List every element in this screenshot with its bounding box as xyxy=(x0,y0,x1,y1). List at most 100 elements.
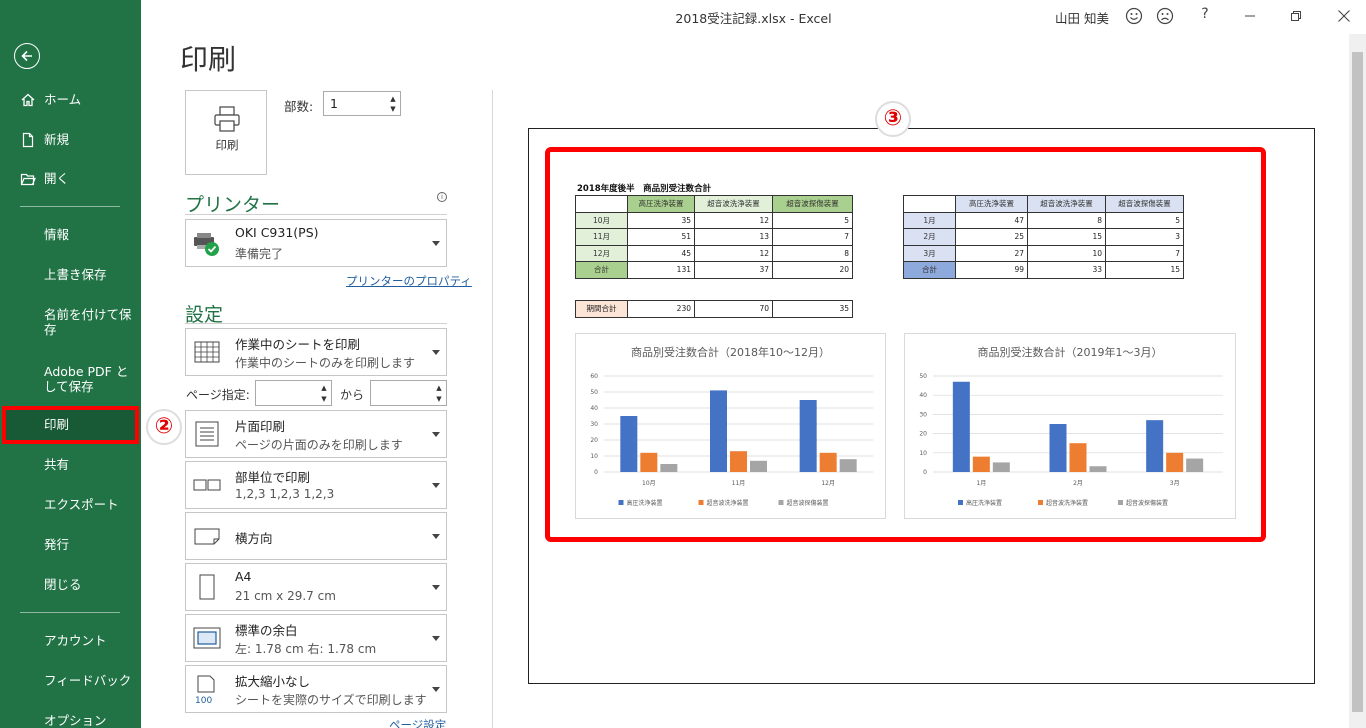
page-setup-link[interactable]: ページ設定 xyxy=(389,717,446,728)
sidebar-item-feedback[interactable]: フィードバック xyxy=(0,662,141,700)
table-header-row: 高圧洗浄装置 超音波洗浄装置 超音波探傷装置 xyxy=(575,195,853,213)
header-cell: 超音波探傷装置 xyxy=(1105,195,1184,213)
collate-select[interactable]: 部単位で印刷 1,2,3 1,2,3 1,2,3 xyxy=(185,461,447,509)
sidebar-item-new[interactable]: 新規 xyxy=(0,121,141,159)
table-row: 12月 45 12 8 xyxy=(575,244,853,262)
sidebar-item-close[interactable]: 閉じる xyxy=(0,566,141,604)
pages-to-input[interactable]: ▲ ▼ xyxy=(370,380,447,406)
header-cell: 超音波探傷装置 xyxy=(772,195,853,213)
orientation-main: 横方向 xyxy=(235,531,273,546)
y-tick-label: 50 xyxy=(590,389,598,396)
help-icon[interactable]: ? xyxy=(1195,6,1215,22)
scaling-icon-text: 100 xyxy=(195,696,212,704)
user-name[interactable]: 山田 知美 xyxy=(1055,8,1109,27)
printer-properties-link[interactable]: プリンターのプロパティ xyxy=(346,273,472,289)
header-cell: 超音波洗浄装置 xyxy=(1027,195,1106,213)
pages-from-down-icon[interactable]: ▼ xyxy=(319,394,329,404)
y-tick-label: 50 xyxy=(919,373,927,380)
minimize-icon[interactable] xyxy=(1240,6,1260,26)
print-button[interactable]: 印刷 xyxy=(185,90,267,175)
chevron-down-icon xyxy=(432,241,440,246)
legend-label: 超音波洗浄装置 xyxy=(707,499,749,507)
sidebar-item-options[interactable]: オプション xyxy=(0,702,141,728)
frown-feedback-icon[interactable] xyxy=(1155,6,1175,26)
print-scope-select[interactable]: 作業中のシートを印刷 作業中のシートのみを印刷します xyxy=(185,328,447,376)
paper-size-icon xyxy=(199,574,215,600)
bar-0-1 xyxy=(710,390,727,472)
preview-divider xyxy=(492,90,493,728)
sidebar-item-share[interactable]: 共有 xyxy=(0,446,141,484)
y-tick-label: 40 xyxy=(590,405,598,412)
close-icon[interactable] xyxy=(1334,6,1354,26)
sidebar-item-label: 開く xyxy=(44,171,70,186)
sidebar-item-save-pdf[interactable]: Adobe PDF として保存 xyxy=(0,358,141,402)
sides-sub: ページの片面のみを印刷します xyxy=(235,438,403,452)
printer-select[interactable]: OKI C931(PS) 準備完了 xyxy=(185,219,447,267)
table-row: 合計 99 33 15 xyxy=(903,261,1184,279)
y-tick-label: 0 xyxy=(923,469,927,476)
table-row: 3月 27 10 7 xyxy=(903,244,1184,262)
chevron-down-icon xyxy=(432,585,440,590)
print-scope-sub: 作業中のシートのみを印刷します xyxy=(235,356,416,370)
bar-1-0 xyxy=(972,456,990,472)
paper-main: A4 xyxy=(235,569,252,584)
vertical-scrollbar[interactable] xyxy=(1349,34,1366,728)
sides-select[interactable]: 片面印刷 ページの片面のみを印刷します xyxy=(185,410,447,458)
x-tick-label: 1月 xyxy=(976,480,986,487)
page-title: 印刷 xyxy=(180,43,237,76)
sales-table-2019: 高圧洗浄装置 超音波洗浄装置 超音波探傷装置 1月 47 8 5 2月 25 15 3 3月… xyxy=(903,195,1184,279)
pages-from-input[interactable]: ▲ ▼ xyxy=(255,380,332,406)
backstage-sidebar: ホーム 新規 開く 情報 上書き保存 名前を付けて保存 Adobe PDF とし… xyxy=(0,0,141,728)
legend-label: 高圧洗浄装置 xyxy=(627,499,663,507)
orientation-select[interactable]: 横方向 xyxy=(185,512,447,560)
y-tick-label: 30 xyxy=(590,421,598,428)
scrollbar-thumb[interactable] xyxy=(1352,52,1363,712)
bar-1-1 xyxy=(1069,443,1087,472)
sidebar-item-export[interactable]: エクスポート xyxy=(0,486,141,524)
table-row: 合計 131 37 20 xyxy=(575,261,853,279)
printer-heading: プリンター xyxy=(185,194,281,216)
copies-up-icon[interactable]: ▲ xyxy=(388,94,398,104)
scaling-select[interactable]: 100 拡大縮小なし シートを実際のサイズで印刷します xyxy=(185,665,447,713)
collate-icon xyxy=(193,479,221,491)
sidebar-item-publish[interactable]: 発行 xyxy=(0,526,141,564)
y-tick-label: 30 xyxy=(919,411,927,418)
copies-down-icon[interactable]: ▼ xyxy=(388,104,398,114)
margins-select[interactable]: 標準の余白 左: 1.78 cm 右: 1.78 cm xyxy=(185,614,447,662)
sidebar-item-print[interactable]: 印刷 xyxy=(2,406,139,444)
sidebar-item-label: アカウント xyxy=(44,633,107,648)
pages-from-up-icon[interactable]: ▲ xyxy=(319,383,329,393)
pages-to-down-icon[interactable]: ▼ xyxy=(434,394,444,404)
table-row: 10月 35 12 5 xyxy=(575,211,853,229)
chevron-down-icon xyxy=(432,687,440,692)
bar-1-2 xyxy=(1166,452,1184,472)
bar-1-2 xyxy=(819,452,837,472)
bar-chart-2019: 商品別受注数合計（2019年1～3月） 0 10 20 30 40 50 1月 2月 3月 高圧洗… xyxy=(904,333,1236,519)
sidebar-item-account[interactable]: アカウント xyxy=(0,622,141,660)
x-tick-label: 2月 xyxy=(1073,480,1083,487)
sidebar-item-save-as[interactable]: 名前を付けて保存 xyxy=(0,301,141,345)
paper-size-select[interactable]: A4 21 cm x 29.7 cm xyxy=(185,563,447,611)
pages-to-up-icon[interactable]: ▲ xyxy=(434,383,444,393)
back-button[interactable] xyxy=(14,43,40,69)
sidebar-item-info[interactable]: 情報 xyxy=(0,216,141,254)
bar-0-0 xyxy=(952,381,970,472)
sidebar-item-home[interactable]: ホーム xyxy=(0,81,141,119)
scaling-sub: シートを実際のサイズで印刷します xyxy=(235,693,427,707)
x-tick-label: 10月 xyxy=(642,480,656,487)
sidebar-item-save[interactable]: 上書き保存 xyxy=(0,256,141,294)
chart-plot: 0 10 20 30 40 50 1月 2月 3月高圧洗浄装置 超音波洗浄装置 超音波探傷装置 xyxy=(919,373,1223,507)
bar-1-1 xyxy=(730,451,747,472)
smile-feedback-icon[interactable] xyxy=(1124,6,1144,26)
restore-icon[interactable] xyxy=(1286,6,1306,26)
table-header-row: 高圧洗浄装置 超音波洗浄装置 超音波探傷装置 xyxy=(903,195,1184,213)
bar-2-0 xyxy=(660,464,678,472)
sidebar-item-open[interactable]: 開く xyxy=(0,160,141,198)
sheet-title: 2018年度後半 商品別受注数合計 xyxy=(577,184,712,194)
table-row: 期間合計 230 70 35 xyxy=(575,300,853,318)
info-icon[interactable]: i xyxy=(437,192,447,202)
step-badge-3: ③ xyxy=(875,101,911,137)
copies-input[interactable]: 1 ▲ ▼ xyxy=(323,91,401,116)
home-icon xyxy=(21,93,35,107)
table-row: 11月 51 13 7 xyxy=(575,228,853,246)
